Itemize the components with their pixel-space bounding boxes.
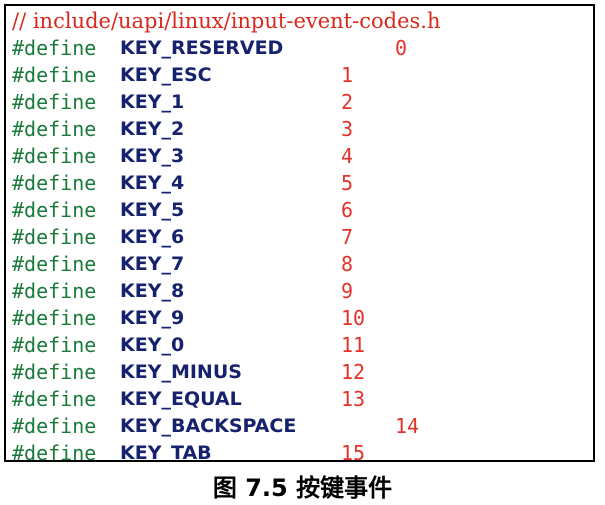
define-line: #define KEY_BACKSPACE 14 [12, 413, 419, 440]
define-line: #define KEY_6 7 [12, 224, 353, 251]
define-value: 4 [341, 144, 354, 168]
define-value: 9 [341, 279, 354, 303]
define-value: 12 [341, 360, 366, 384]
define-keyword: #define [12, 171, 97, 195]
define-value: 8 [341, 252, 354, 276]
define-name: KEY_4 [120, 172, 185, 194]
define-value: 11 [341, 333, 366, 357]
define-line: #define KEY_TAB 15 [12, 440, 365, 462]
define-name: KEY_1 [120, 91, 185, 113]
define-value: 7 [341, 225, 354, 249]
define-line: #define KEY_3 4 [12, 143, 353, 170]
define-value: 10 [341, 306, 366, 330]
define-keyword: #define [12, 144, 97, 168]
define-value: 5 [341, 171, 354, 195]
define-name: KEY_MINUS [120, 361, 242, 383]
define-line: #define KEY_ESC 1 [12, 62, 353, 89]
define-name: KEY_5 [120, 199, 185, 221]
define-name: KEY_ESC [120, 64, 212, 86]
define-line: #define KEY_9 10 [12, 305, 365, 332]
define-name: KEY_3 [120, 145, 185, 167]
define-value: 13 [341, 387, 366, 411]
define-keyword: #define [12, 63, 97, 87]
define-name: KEY_6 [120, 226, 185, 248]
define-keyword: #define [12, 36, 97, 60]
define-line: #define KEY_8 9 [12, 278, 353, 305]
define-keyword: #define [12, 333, 97, 357]
define-line: #define KEY_1 2 [12, 89, 353, 116]
define-name: KEY_RESERVED [120, 37, 284, 59]
define-keyword: #define [12, 279, 97, 303]
define-name: KEY_8 [120, 280, 185, 302]
define-line: #define KEY_0 11 [12, 332, 365, 359]
code-listing: // include/uapi/linux/input-event-codes.… [4, 4, 595, 462]
define-value: 2 [341, 90, 354, 114]
define-keyword: #define [12, 225, 97, 249]
define-line: #define KEY_2 3 [12, 116, 353, 143]
define-keyword: #define [12, 360, 97, 384]
define-keyword: #define [12, 387, 97, 411]
define-line: #define KEY_4 5 [12, 170, 353, 197]
define-value: 1 [341, 63, 354, 87]
define-value: 0 [395, 36, 408, 60]
define-line: #define KEY_5 6 [12, 197, 353, 224]
define-value: 15 [341, 441, 366, 462]
define-keyword: #define [12, 198, 97, 222]
figure-caption: 图 7.5 按键事件 [212, 474, 393, 502]
define-name: KEY_0 [120, 334, 185, 356]
define-value: 14 [395, 414, 420, 438]
define-keyword: #define [12, 90, 97, 114]
define-keyword: #define [12, 252, 97, 276]
define-name: KEY_EQUAL [120, 388, 242, 410]
define-name: KEY_2 [120, 118, 185, 140]
define-value: 3 [341, 117, 354, 141]
define-line: #define KEY_RESERVED 0 [12, 35, 407, 62]
define-name: KEY_9 [120, 307, 185, 329]
define-name: KEY_BACKSPACE [120, 415, 297, 437]
define-line: #define KEY_EQUAL 13 [12, 386, 365, 413]
header-comment: // include/uapi/linux/input-event-codes.… [12, 9, 441, 33]
define-keyword: #define [12, 441, 97, 462]
define-name: KEY_TAB [120, 442, 212, 462]
define-keyword: #define [12, 414, 97, 438]
define-name: KEY_7 [120, 253, 185, 275]
define-keyword: #define [12, 117, 97, 141]
define-line: #define KEY_7 8 [12, 251, 353, 278]
define-line: #define KEY_MINUS 12 [12, 359, 365, 386]
define-keyword: #define [12, 306, 97, 330]
define-value: 6 [341, 198, 354, 222]
